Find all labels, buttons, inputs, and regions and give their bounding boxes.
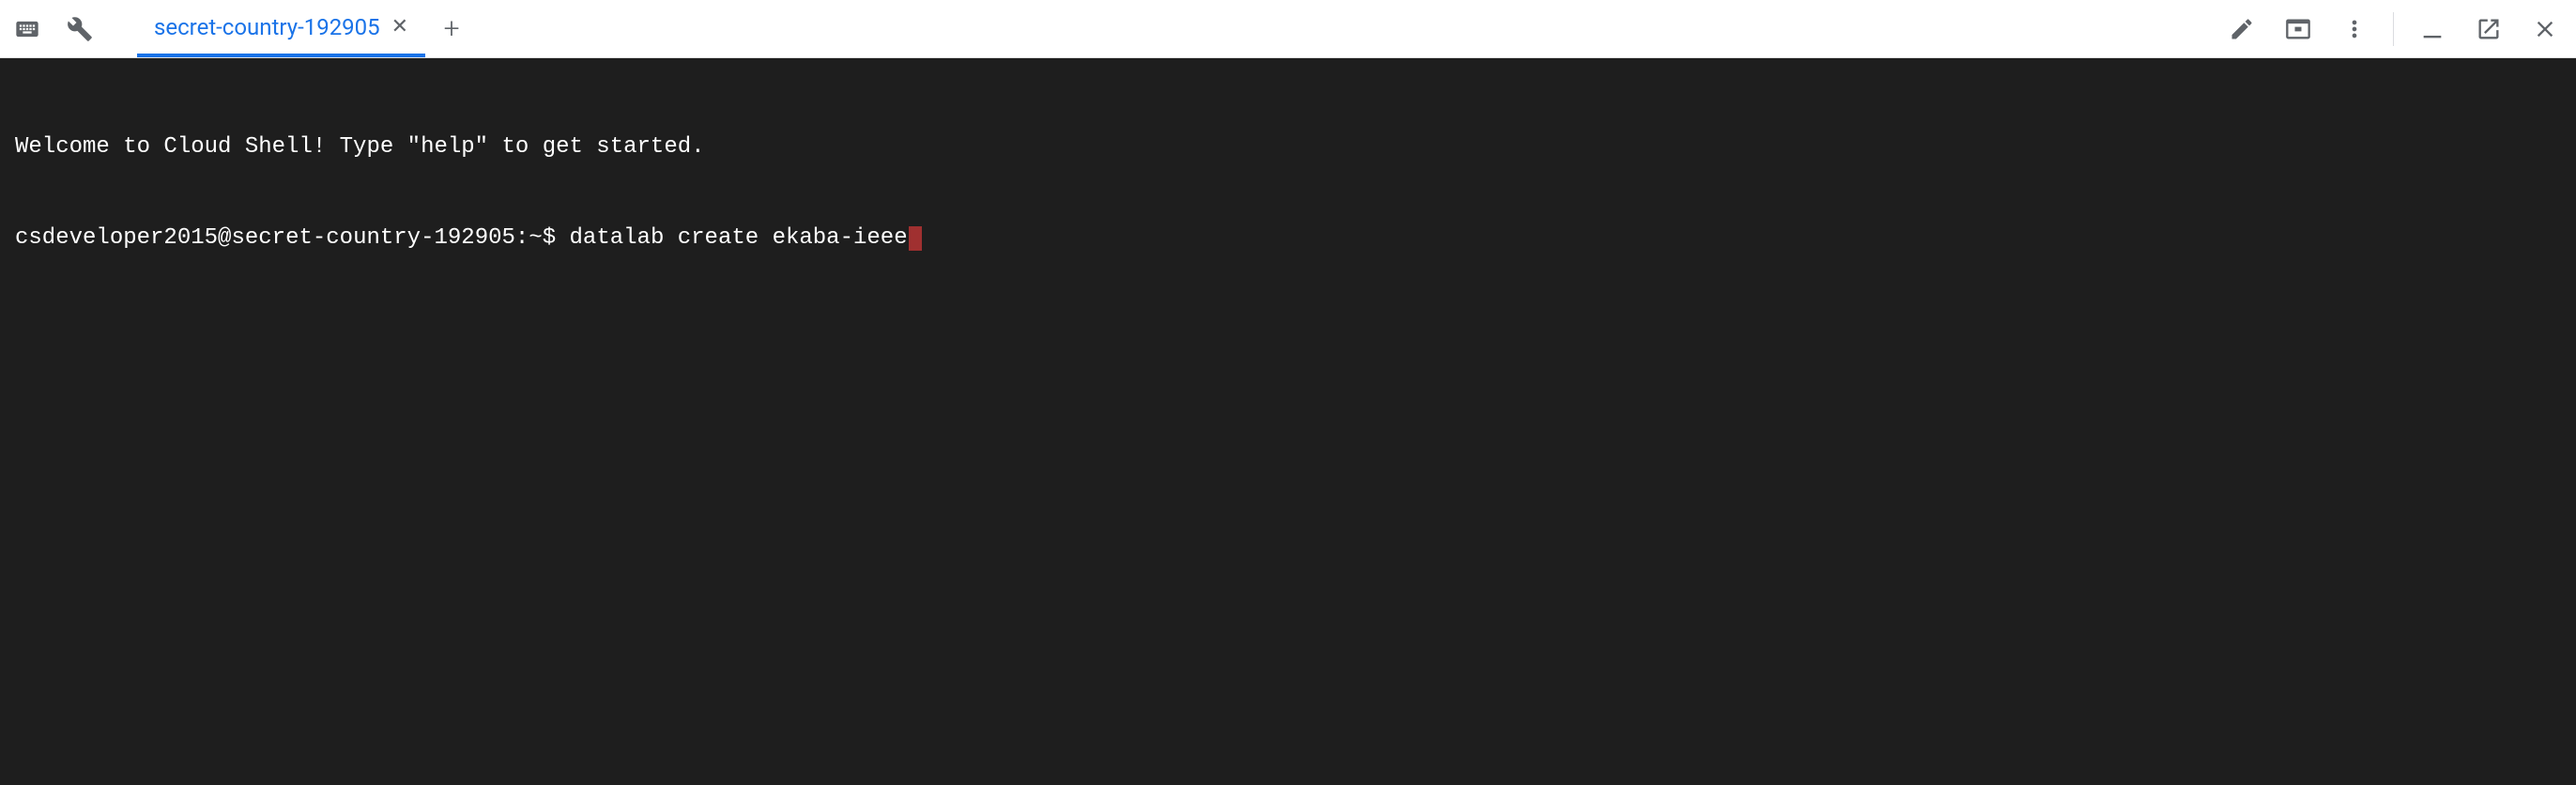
terminal-pane[interactable]: Welcome to Cloud Shell! Type "help" to g… [0, 58, 2576, 785]
prompt-path: ~ [529, 225, 542, 251]
web-preview-icon[interactable] [2280, 11, 2316, 47]
toolbar-divider [2393, 12, 2394, 46]
terminal-prompt-line: csdeveloper2015@secret-country-192905:~$… [15, 223, 2561, 254]
minimize-icon[interactable] [2415, 11, 2450, 47]
cloud-shell-toolbar: secret-country-192905 ✕ + [0, 0, 2576, 58]
prompt-sep: $ [543, 225, 556, 251]
open-in-new-window-icon[interactable] [2471, 11, 2507, 47]
terminal-cursor [909, 226, 922, 251]
wrench-icon[interactable] [62, 11, 98, 47]
toolbar-left-group: secret-country-192905 ✕ + [9, 0, 478, 57]
tab-active[interactable]: secret-country-192905 ✕ [137, 0, 425, 57]
tab-strip: secret-country-192905 ✕ + [137, 0, 478, 57]
prompt-user: csdeveloper2015 [15, 225, 218, 251]
close-icon[interactable] [2527, 11, 2563, 47]
tab-close-icon[interactable]: ✕ [391, 17, 408, 38]
terminal-welcome-line: Welcome to Cloud Shell! Type "help" to g… [15, 132, 2561, 162]
prompt-host: secret-country-192905 [231, 225, 514, 251]
terminal-command: datalab create ekaba-ieee [570, 225, 908, 251]
toolbar-right-group [2224, 0, 2563, 57]
tab-label: secret-country-192905 [154, 14, 380, 40]
keyboard-icon[interactable] [9, 11, 45, 47]
more-vert-icon[interactable] [2337, 11, 2372, 47]
pencil-icon[interactable] [2224, 11, 2260, 47]
plus-icon: + [444, 12, 460, 45]
new-tab-button[interactable]: + [425, 0, 478, 57]
